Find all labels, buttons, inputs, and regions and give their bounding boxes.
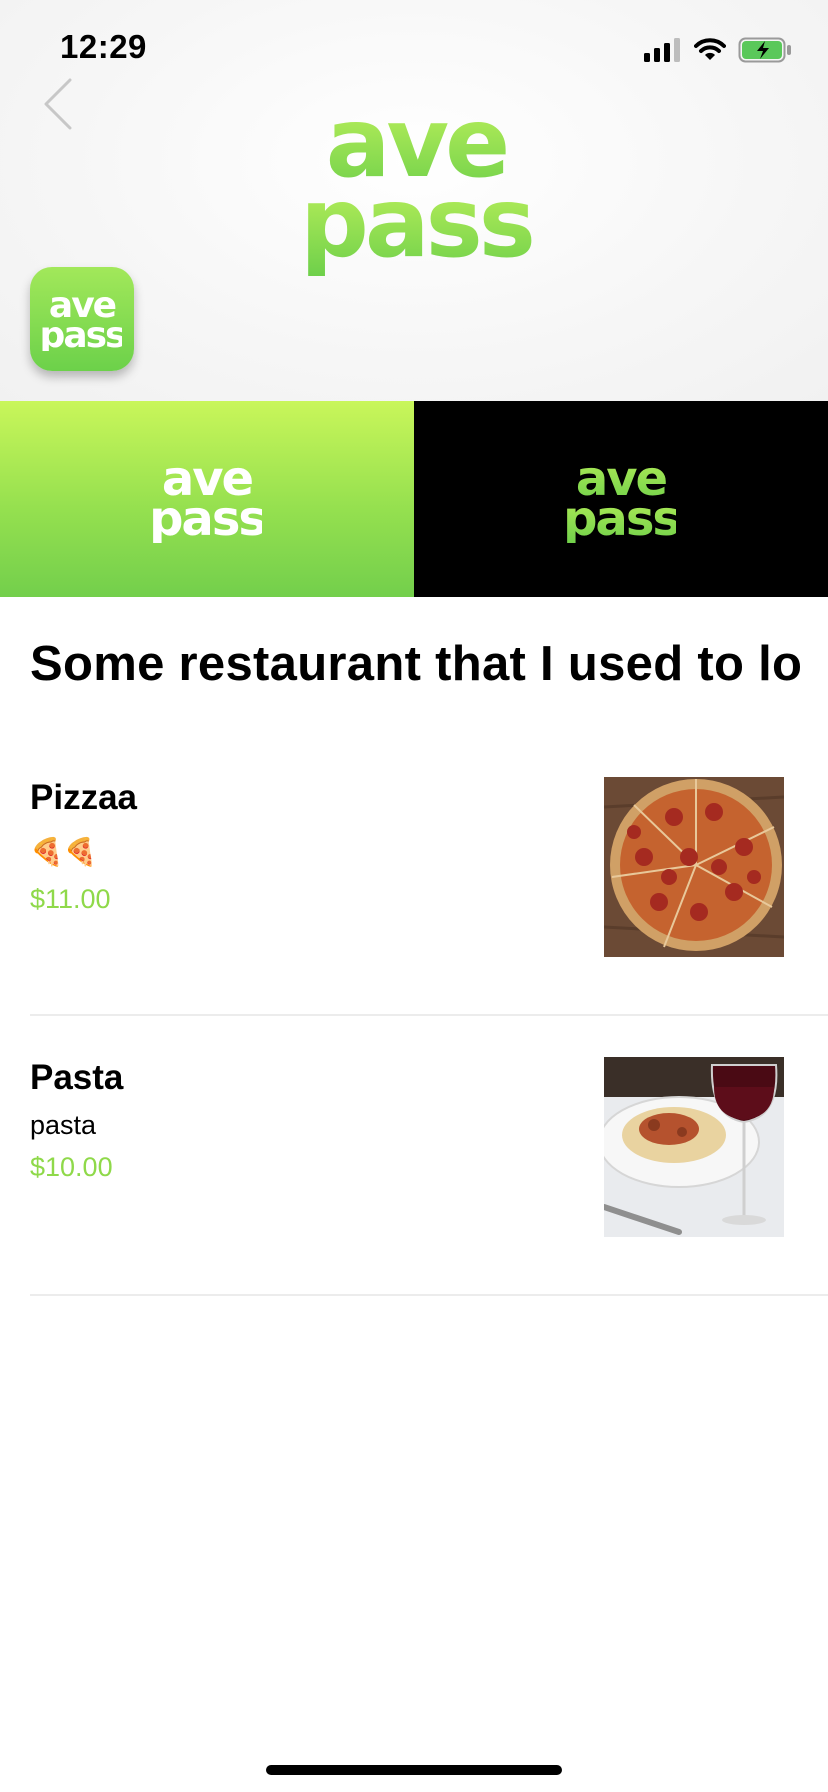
wifi-icon [694, 38, 726, 60]
item-name: Pasta [30, 1058, 124, 1097]
chevron-left-icon [44, 78, 72, 130]
item-divider [30, 1294, 828, 1296]
banner-logo-white: ave pass [152, 455, 262, 543]
menu-item[interactable]: Pizzaa 🍕🍕 $11.00 [30, 736, 828, 1016]
app-icon: ave pass [30, 267, 134, 371]
restaurant-title: Some restaurant that I used to love [30, 637, 800, 691]
cellular-signal-icon [644, 38, 680, 62]
svg-text:pass: pass [42, 315, 122, 351]
banner-green-panel: ave pass [0, 401, 414, 597]
logo-line-2: pass [300, 167, 532, 279]
pepperoni-pizza-photo [604, 777, 784, 957]
status-icons [644, 36, 792, 64]
home-indicator[interactable] [266, 1765, 562, 1775]
item-price: $11.00 [30, 884, 111, 914]
brand-banner: ave pass ave pass [0, 401, 828, 597]
item-name: Pizzaa [30, 778, 137, 817]
item-description: 🍕🍕 [30, 837, 98, 867]
battery-charging-icon [738, 37, 791, 63]
pasta-and-wine-photo [604, 1057, 784, 1237]
item-description: pasta [30, 1110, 97, 1140]
app-icon-logo: ave pass [42, 287, 122, 351]
banner-dark-panel: ave pass [414, 401, 828, 597]
banner-logo-green: ave pass [566, 455, 676, 543]
svg-text:pass: pass [152, 491, 262, 543]
item-price: $10.00 [30, 1152, 113, 1182]
svg-text:pass: pass [566, 491, 676, 543]
avepass-logo: ave pass [300, 96, 532, 279]
status-time: 12:29 [60, 28, 147, 65]
back-button[interactable] [40, 78, 80, 130]
header-hero: 12:29 ave pass ave pass [0, 0, 828, 401]
menu-item[interactable]: Pasta pasta $10.00 [30, 1016, 828, 1296]
